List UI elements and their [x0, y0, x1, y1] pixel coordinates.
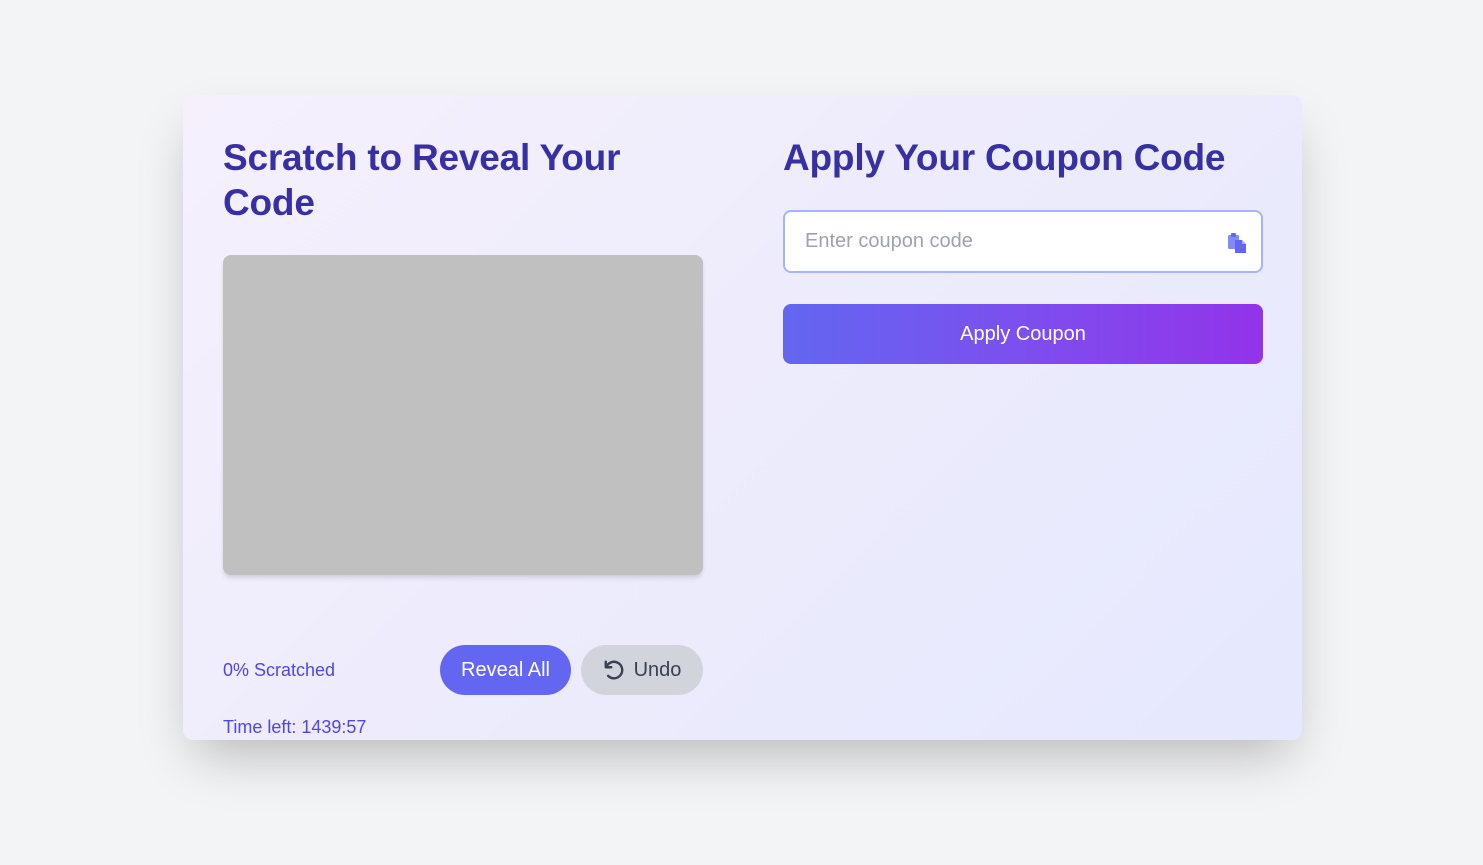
- apply-coupon-section: Apply Your Coupon Code Apply Coupon: [783, 135, 1263, 364]
- coupon-card: Scratch to Reveal Your Code 0% Scratched…: [183, 95, 1302, 740]
- scratch-card-canvas[interactable]: [223, 255, 703, 575]
- undo-label: Undo: [633, 658, 682, 681]
- coupon-input-wrapper: [783, 210, 1263, 273]
- undo-button[interactable]: Undo: [581, 645, 703, 695]
- scratch-progress: 0% Scratched: [223, 660, 336, 680]
- clipboard-paste-icon[interactable]: [1227, 232, 1247, 254]
- coupon-code-input[interactable]: [785, 212, 1261, 271]
- scratch-title: Scratch to Reveal Your Code: [223, 137, 621, 223]
- scratch-section: Scratch to Reveal Your Code 0% Scratched…: [223, 135, 703, 737]
- apply-coupon-title: Apply Your Coupon Code: [783, 137, 1226, 178]
- undo-arrow-icon: [604, 660, 623, 680]
- reveal-all-button[interactable]: Reveal All: [440, 645, 571, 695]
- countdown-timer: Time left: 1439:57: [223, 717, 367, 737]
- apply-coupon-button[interactable]: Apply Coupon: [783, 304, 1263, 364]
